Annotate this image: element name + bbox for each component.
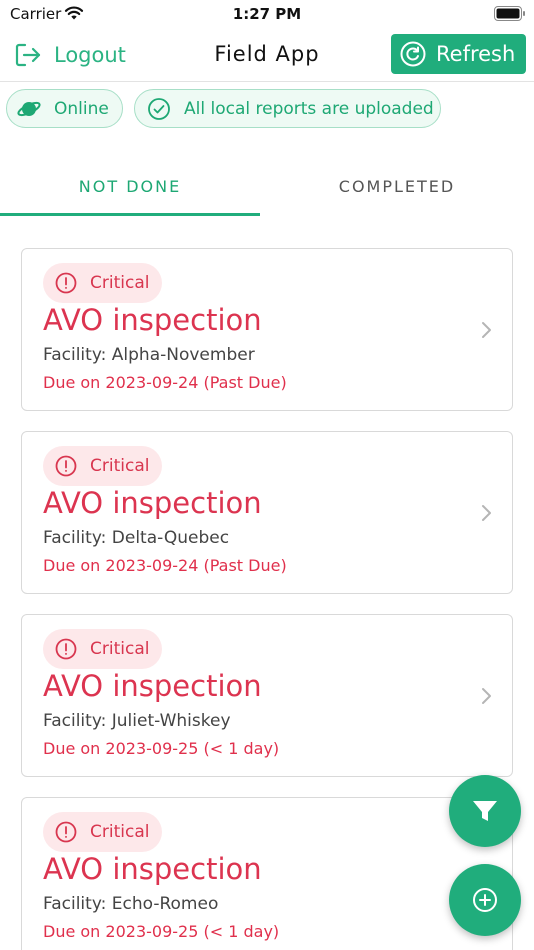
refresh-icon [400, 41, 426, 67]
battery-icon [494, 6, 525, 21]
severity-label: Critical [90, 822, 150, 842]
filter-button[interactable] [449, 775, 521, 847]
refresh-button[interactable]: Refresh [391, 34, 526, 74]
add-report-button[interactable] [449, 864, 521, 936]
status-chips: Online All local reports are uploaded [0, 89, 534, 129]
check-circle-icon [148, 97, 170, 120]
online-status-label: Online [54, 98, 109, 119]
status-time: 1:27 PM [232, 5, 302, 23]
online-status-chip: Online [6, 89, 123, 128]
report-due-date: Due on 2023-09-25 (< 1 day) [43, 922, 280, 941]
logout-label: Logout [54, 43, 126, 67]
severity-badge: Critical [43, 629, 162, 669]
report-due-date: Due on 2023-09-24 (Past Due) [43, 373, 287, 392]
logout-button[interactable]: Logout [14, 40, 126, 70]
chevron-right-icon [482, 688, 491, 704]
report-facility: Facility: Delta-Quebec [43, 528, 230, 548]
tab-not-done[interactable]: NOT DONE [0, 158, 260, 216]
report-facility: Facility: Echo-Romeo [43, 894, 219, 914]
alert-circle-icon [55, 821, 77, 843]
report-list: Critical AVO inspection Facility: Alpha-… [0, 248, 534, 950]
report-card[interactable]: Critical AVO inspection Facility: Delta-… [21, 431, 513, 594]
severity-label: Critical [90, 273, 150, 293]
severity-label: Critical [90, 639, 150, 659]
filter-icon [473, 801, 497, 821]
chevron-right-icon [482, 322, 491, 338]
report-tabs: NOT DONE COMPLETED [0, 158, 534, 216]
alert-circle-icon [55, 638, 77, 660]
report-title: AVO inspection [43, 852, 262, 886]
report-card[interactable]: Critical AVO inspection Facility: Juliet… [21, 614, 513, 777]
logout-icon [15, 43, 41, 67]
report-facility: Facility: Alpha-November [43, 345, 255, 365]
severity-label: Critical [90, 456, 150, 476]
refresh-label: Refresh [436, 42, 516, 66]
alert-circle-icon [55, 272, 77, 294]
tab-completed[interactable]: COMPLETED [267, 158, 527, 216]
report-title: AVO inspection [43, 486, 262, 520]
plus-circle-icon [473, 888, 497, 912]
report-title: AVO inspection [43, 669, 262, 703]
nav-bar: Logout Field App Refresh [0, 28, 534, 82]
severity-badge: Critical [43, 263, 162, 303]
report-card[interactable]: Critical AVO inspection Facility: Echo-R… [21, 797, 513, 950]
report-due-date: Due on 2023-09-24 (Past Due) [43, 556, 287, 575]
upload-status-label: All local reports are uploaded [184, 98, 434, 119]
alert-circle-icon [55, 455, 77, 477]
report-facility: Facility: Juliet-Whiskey [43, 711, 231, 731]
report-card[interactable]: Critical AVO inspection Facility: Alpha-… [21, 248, 513, 411]
planet-icon [17, 101, 41, 116]
severity-badge: Critical [43, 446, 162, 486]
active-tab-indicator [0, 213, 260, 216]
report-title: AVO inspection [43, 303, 262, 337]
chevron-right-icon [482, 505, 491, 521]
status-bar: Carrier 1:27 PM [0, 0, 534, 28]
severity-badge: Critical [43, 812, 162, 852]
report-due-date: Due on 2023-09-25 (< 1 day) [43, 739, 280, 758]
upload-status-chip: All local reports are uploaded [134, 89, 441, 128]
